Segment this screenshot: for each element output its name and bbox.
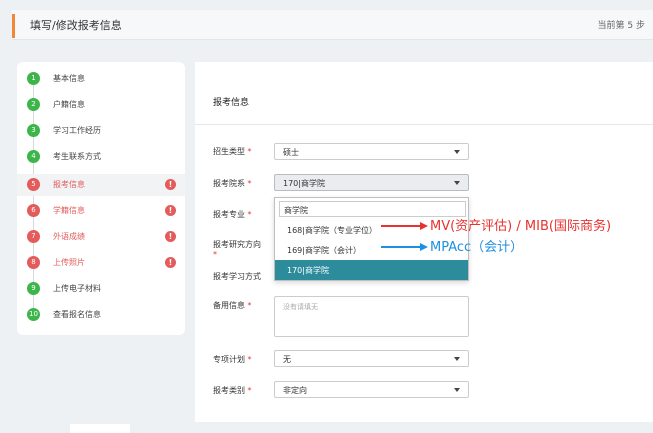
sidebar-item-upload-photo[interactable]: 8 上传照片 ! <box>17 252 185 274</box>
study-mode-label: 报考学习方式 <box>213 272 261 281</box>
step-number-badge: 3 <box>27 124 40 137</box>
dropdown-option-selected[interactable]: 170|商学院 <box>275 260 468 280</box>
sidebar-item-basic-info[interactable]: 1 基本信息 <box>17 68 185 90</box>
arrow-head-icon <box>420 222 428 230</box>
category-label: 报考类别 * <box>213 386 252 395</box>
form-panel: 报考信息 招生类型 * 硕士 报考院系 * 170|商学院 报考专业 * 报考研… <box>195 62 653 422</box>
step-number-badge: 8 <box>27 256 40 269</box>
warning-icon: ! <box>165 231 176 242</box>
sidebar-item-label: 上传电子材料 <box>53 284 101 293</box>
select-value: 硕士 <box>283 148 299 157</box>
section-title: 报考信息 <box>213 98 250 108</box>
select-value: 非定向 <box>283 386 307 395</box>
special-plan-label: 专项计划 * <box>213 355 252 364</box>
sidebar-item-language-score[interactable]: 7 外语成绩 ! <box>17 226 185 248</box>
sidebar-item-label: 上传照片 <box>53 258 85 267</box>
sidebar-item-application[interactable]: 5 报考信息 ! <box>17 174 185 196</box>
step-number-badge: 6 <box>27 204 40 217</box>
chevron-down-icon <box>454 357 460 361</box>
sidebar-item-study-work[interactable]: 3 学习工作经历 <box>17 120 185 142</box>
sidebar-item-household[interactable]: 2 户籍信息 <box>17 94 185 116</box>
warning-icon: ! <box>165 179 176 190</box>
step-number-badge: 4 <box>27 150 40 163</box>
select-value: 170|商学院 <box>283 179 325 188</box>
sidebar-item-student-status[interactable]: 6 学籍信息 ! <box>17 200 185 222</box>
sidebar-item-label: 户籍信息 <box>53 100 85 109</box>
sidebar-item-contact[interactable]: 4 考生联系方式 <box>17 146 185 168</box>
annotation-arrow-red <box>381 225 421 227</box>
sidebar-item-label: 基本信息 <box>53 74 85 83</box>
step-number-badge: 10 <box>27 308 40 321</box>
sidebar-item-label: 报考信息 <box>53 180 85 189</box>
major-label: 报考专业 * <box>213 210 252 219</box>
sidebar-item-label: 外语成绩 <box>53 232 85 241</box>
textarea-placeholder: 没有请填无 <box>283 303 318 311</box>
page-title: 填写/修改报考信息 <box>30 19 122 32</box>
annotation-arrow-blue <box>381 246 421 248</box>
department-label: 报考院系 * <box>213 179 252 188</box>
step-number-badge: 7 <box>27 230 40 243</box>
annotation-blue: MPAcc（会计） <box>430 240 524 255</box>
research-direction-label: 报考研究方向 <box>213 240 261 249</box>
remarks-label: 备用信息 * <box>213 301 252 310</box>
sidebar-item-view-registration[interactable]: 10 查看报名信息 <box>17 304 185 326</box>
sidebar-item-label: 学籍信息 <box>53 206 85 215</box>
chevron-down-icon <box>454 150 460 154</box>
select-value: 无 <box>283 355 291 364</box>
bottom-partial-panel <box>70 424 130 433</box>
step-indicator: 当前第 5 步 <box>597 21 645 31</box>
step-number-badge: 9 <box>27 282 40 295</box>
step-number-badge: 2 <box>27 98 40 111</box>
sidebar-item-label: 考生联系方式 <box>53 152 101 161</box>
warning-icon: ! <box>165 257 176 268</box>
sidebar-item-label: 学习工作经历 <box>53 126 101 135</box>
step-number-badge: 1 <box>27 72 40 85</box>
admission-type-label: 招生类型 * <box>213 147 252 156</box>
special-plan-select[interactable]: 无 <box>274 350 469 367</box>
annotation-red: MV(资产评估) / MIB(国际商务) <box>430 219 612 234</box>
required-mark: * <box>213 250 217 259</box>
warning-icon: ! <box>165 205 176 216</box>
category-select[interactable]: 非定向 <box>274 381 469 398</box>
step-sidebar: 1 基本信息 2 户籍信息 3 学习工作经历 4 考生联系方式 5 报考信息 !… <box>17 62 185 335</box>
page-header: 填写/修改报考信息 当前第 5 步 <box>12 10 653 40</box>
sidebar-item-label: 查看报名信息 <box>53 310 101 319</box>
remarks-textarea[interactable]: 没有请填无 <box>274 296 469 337</box>
chevron-down-icon <box>454 388 460 392</box>
step-number-badge: 5 <box>27 178 40 191</box>
department-select[interactable]: 170|商学院 <box>274 174 469 191</box>
chevron-down-icon <box>454 181 460 185</box>
arrow-head-icon <box>420 243 428 251</box>
header-accent-bar <box>12 14 15 38</box>
section-divider <box>195 124 653 125</box>
step-connector-line <box>33 84 34 309</box>
admission-type-select[interactable]: 硕士 <box>274 143 469 160</box>
sidebar-item-upload-materials[interactable]: 9 上传电子材料 <box>17 278 185 300</box>
